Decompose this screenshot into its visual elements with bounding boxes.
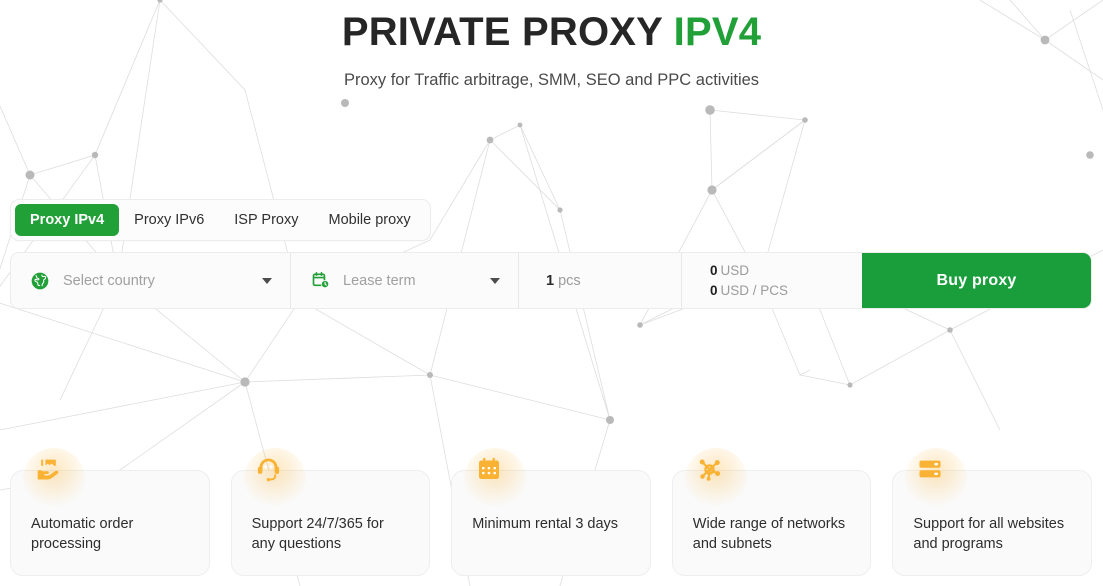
feature-card-automatic-order: Automatic order processing (10, 448, 210, 576)
headset-icon (254, 454, 284, 484)
feature-card-text: Support 24/7/365 for any questions (251, 516, 384, 552)
price-total-currency: USD (720, 262, 750, 278)
network-nodes-icon (695, 454, 725, 484)
quantity-value: 1 (546, 272, 555, 289)
tab-mobile-proxy[interactable]: Mobile proxy (313, 204, 425, 236)
hand-package-icon (33, 454, 63, 484)
price-total-row: 0 USD (710, 261, 788, 281)
page-title-accent: IPV4 (673, 10, 762, 54)
hero-section: PRIVATE PROXY IPV4 Proxy for Traffic arb… (0, 0, 1103, 90)
country-select[interactable]: Select country (11, 253, 291, 308)
page-title: PRIVATE PROXY IPV4 (0, 9, 1103, 56)
price-unit-currency: USD / PCS (720, 282, 789, 298)
price-unit-amount: 0 (710, 282, 718, 298)
feature-card-text: Wide range of networks and subnets (692, 516, 846, 552)
page-title-main: PRIVATE PROXY (341, 10, 663, 54)
feature-card-minimum-rental: Minimum rental 3 days (451, 448, 651, 576)
calendar-clock-icon (309, 270, 331, 292)
feature-card-text: Automatic order processing (31, 516, 134, 552)
tab-proxy-ipv4[interactable]: Proxy IPv4 (15, 204, 120, 236)
order-form-bar: Select country Lease term 1 pcs 0 USD 0 … (10, 252, 1092, 309)
feature-cards: Automatic order processing Support 24/7/… (10, 448, 1092, 576)
feature-card-support-247: Support 24/7/365 for any questions (230, 448, 431, 576)
proxy-type-tabs: Proxy IPv4 Proxy IPv6 ISP Proxy Mobile p… (10, 199, 431, 241)
lease-term-label: Lease term (343, 272, 416, 289)
landing-page: PRIVATE PROXY IPV4 Proxy for Traffic arb… (0, 0, 1103, 586)
calendar-icon (474, 454, 504, 484)
page-subtitle: Proxy for Traffic arbitrage, SMM, SEO an… (343, 71, 760, 90)
price-unit-row: 0 USD / PCS (710, 281, 788, 301)
quantity-unit: pcs (558, 272, 581, 289)
chevron-down-icon (490, 277, 500, 284)
buy-proxy-button[interactable]: Buy proxy (862, 253, 1091, 308)
quantity-field[interactable]: 1 pcs (519, 253, 682, 308)
price-total-amount: 0 (710, 262, 718, 278)
chevron-down-icon (262, 277, 272, 284)
feature-card-wide-networks: Wide range of networks and subnets (671, 448, 872, 576)
feature-card-all-websites: Support for all websites and programs (892, 448, 1092, 576)
price-summary: 0 USD 0 USD / PCS (682, 253, 862, 308)
feature-card-text: Support for all websites and programs (913, 516, 1065, 552)
globe-icon (29, 270, 51, 292)
feature-card-text: Minimum rental 3 days (472, 516, 619, 532)
tab-proxy-ipv6[interactable]: Proxy IPv6 (119, 204, 219, 236)
country-select-label: Select country (63, 272, 155, 289)
lease-term-select[interactable]: Lease term (291, 253, 519, 308)
server-stack-icon (915, 454, 945, 484)
tab-isp-proxy[interactable]: ISP Proxy (219, 204, 313, 236)
